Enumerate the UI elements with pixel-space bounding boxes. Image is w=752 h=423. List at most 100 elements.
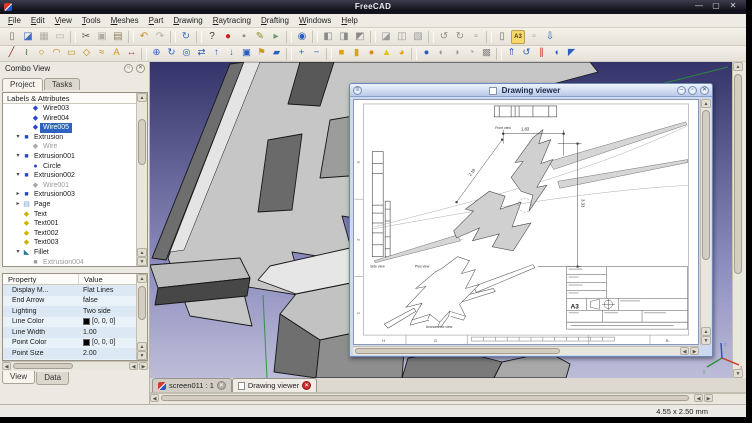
part-cylinder-icon[interactable]: ▮ [350, 47, 363, 60]
expander-icon[interactable]: ▾ [14, 133, 22, 143]
expander-icon[interactable]: ▾ [14, 248, 22, 258]
menu-raytracing[interactable]: Raytracing [208, 14, 256, 27]
draft-wire-icon[interactable]: ≀ [20, 47, 33, 60]
draft-trimex-icon[interactable]: ⇄ [195, 47, 208, 60]
part-cone-icon[interactable]: ▲ [380, 47, 393, 60]
part-compound-icon[interactable]: ▩ [480, 47, 493, 60]
new-document-icon[interactable]: ▯ [5, 30, 19, 44]
mdi-hscrollbar[interactable]: ◀ ◀ ▶ [150, 393, 746, 403]
scroll-thumb[interactable] [702, 110, 710, 260]
maximize-icon[interactable]: ▢ [711, 1, 721, 10]
refresh-icon[interactable]: ↻ [179, 30, 193, 44]
expander-icon[interactable]: ▸ [14, 190, 22, 200]
rotate-view-left-icon[interactable]: ↺ [437, 30, 451, 44]
property-row[interactable]: End Arrowfalse [3, 296, 147, 307]
drawing-viewer-titlebar[interactable]: ≡ Drawing viewer – ▫ ✕ [350, 84, 712, 97]
scroll-thumb[interactable] [13, 363, 73, 369]
scroll-up-icon[interactable]: ▲ [701, 327, 711, 336]
scroll-up-icon[interactable]: ▲ [137, 274, 147, 283]
macro-run-icon[interactable]: ▸ [269, 30, 283, 44]
scroll-left-icon[interactable]: ◀ [129, 362, 138, 370]
draft-scale-icon[interactable]: ▣ [240, 47, 253, 60]
drawing-hscrollbar[interactable]: ◀ ▶ [353, 346, 699, 355]
scroll-left-icon[interactable]: ◀ [2, 362, 11, 370]
scroll-right-icon[interactable]: ▶ [139, 362, 148, 370]
scroll-up-icon[interactable]: ▲ [137, 342, 147, 351]
close-icon[interactable]: ✕ [728, 1, 738, 10]
insert-a3-page-icon[interactable]: A3 [511, 30, 525, 44]
draft-arc-icon[interactable]: ◠ [50, 47, 63, 60]
draft-text-icon[interactable]: A [110, 47, 123, 60]
property-row[interactable]: Point Color[0, 0, 0] [3, 338, 147, 349]
tree-item-circle[interactable]: ●Circle [3, 162, 147, 172]
minimize-icon[interactable]: — [694, 1, 704, 10]
scroll-down-icon[interactable]: ▼ [137, 351, 147, 360]
menu-file[interactable]: File [3, 14, 26, 27]
scroll-up-icon[interactable]: ▲ [701, 99, 711, 108]
fit-zoom-icon[interactable]: ◉ [295, 30, 309, 44]
tab-close-icon[interactable]: ✕ [217, 381, 226, 390]
tab-data[interactable]: Data [36, 372, 69, 385]
view-left-icon[interactable]: ▧ [411, 30, 425, 44]
tree-item-wire003[interactable]: ◆Wire003 [3, 104, 147, 114]
new-drawing-page-icon[interactable]: ▯ [495, 30, 509, 44]
expander-icon[interactable]: ▾ [14, 152, 22, 162]
view-rear-icon[interactable]: ◪ [379, 30, 393, 44]
tab-tasks[interactable]: Tasks [44, 78, 80, 90]
print-icon[interactable]: ▭ [53, 30, 67, 44]
property-row[interactable]: Point Size2.00 [3, 348, 147, 359]
expander-icon[interactable]: ▾ [14, 171, 22, 181]
open-document-icon[interactable]: ◪ [21, 30, 35, 44]
property-row[interactable]: Line Width1.00 [3, 327, 147, 338]
draft-rotate-icon[interactable]: ↻ [165, 47, 178, 60]
scroll-up-icon[interactable]: ▲ [137, 93, 147, 102]
part-torus-icon[interactable]: ◕ [395, 47, 408, 60]
draft-rectangle-icon[interactable]: ▭ [65, 47, 78, 60]
part-common-icon[interactable]: ◔ [465, 47, 478, 60]
panel-float-icon[interactable]: ○ [124, 64, 133, 73]
scroll-right-icon[interactable]: ▶ [704, 394, 713, 402]
view-front-icon[interactable]: ◨ [337, 30, 351, 44]
scroll-up-icon[interactable]: ▲ [733, 62, 743, 71]
property-row[interactable]: Display M...Flat Lines [3, 285, 147, 296]
menu-windows[interactable]: Windows [294, 14, 336, 27]
draft-line-icon[interactable]: ╱ [5, 47, 18, 60]
tab-view[interactable]: View [2, 371, 35, 384]
scroll-thumb[interactable] [138, 286, 146, 320]
tree-item-wire004[interactable]: ◆Wire004 [3, 114, 147, 124]
part-union-icon[interactable]: ◑ [450, 47, 463, 60]
cut-icon[interactable]: ✂ [79, 30, 93, 44]
minimize-icon[interactable]: – [677, 86, 686, 95]
view-top-icon[interactable]: ◩ [353, 30, 367, 44]
property-row[interactable]: LightingTwo side [3, 306, 147, 317]
part-cut-icon[interactable]: ◐ [435, 47, 448, 60]
draft-offset-icon[interactable]: ◎ [180, 47, 193, 60]
menu-part[interactable]: Part [144, 14, 169, 27]
draft-apply-style-icon[interactable]: ▰ [270, 47, 283, 60]
draft-bspline-icon[interactable]: ≈ [95, 47, 108, 60]
tree-item-text003[interactable]: ◆Text003 [3, 238, 147, 248]
draft-polygon-icon[interactable]: ◇ [80, 47, 93, 60]
scroll-left-icon[interactable]: ◀ [680, 347, 689, 355]
tree-item-extrusion[interactable]: ▾■Extrusion [3, 133, 147, 143]
part-revolve-icon[interactable]: ↺ [520, 47, 533, 60]
scroll-up-icon[interactable]: ▲ [137, 248, 147, 257]
macro-record-icon[interactable]: ● [221, 30, 235, 44]
menu-meshes[interactable]: Meshes [106, 14, 144, 27]
menu-help[interactable]: Help [336, 14, 362, 27]
title-bar[interactable]: FreeCAD —▢✕ [0, 0, 746, 14]
rotate-view-right-icon[interactable]: ↻ [453, 30, 467, 44]
mdi-vscrollbar[interactable]: ▲ ▼ [732, 62, 743, 378]
part-mirror-icon[interactable]: ∥ [535, 47, 548, 60]
mdi-tab-screen011-1[interactable]: screen011 : 1✕ [152, 378, 232, 392]
mdi-tab-drawing-viewer[interactable]: Drawing viewer✕ [232, 378, 317, 392]
draft-edit-icon[interactable]: ⚑ [255, 47, 268, 60]
menu-view[interactable]: View [50, 14, 77, 27]
tree-item-wire[interactable]: ◆Wire [3, 142, 147, 152]
tree-item-text[interactable]: ◆Text [3, 210, 147, 220]
part-box-icon[interactable]: ■ [335, 47, 348, 60]
whats-this-icon[interactable]: ? [205, 30, 219, 44]
property-scrollbar[interactable]: ▲ ▲ ▼ [136, 274, 147, 360]
scroll-left-icon[interactable]: ◀ [150, 394, 159, 402]
macro-edit-icon[interactable]: ✎ [253, 30, 267, 44]
